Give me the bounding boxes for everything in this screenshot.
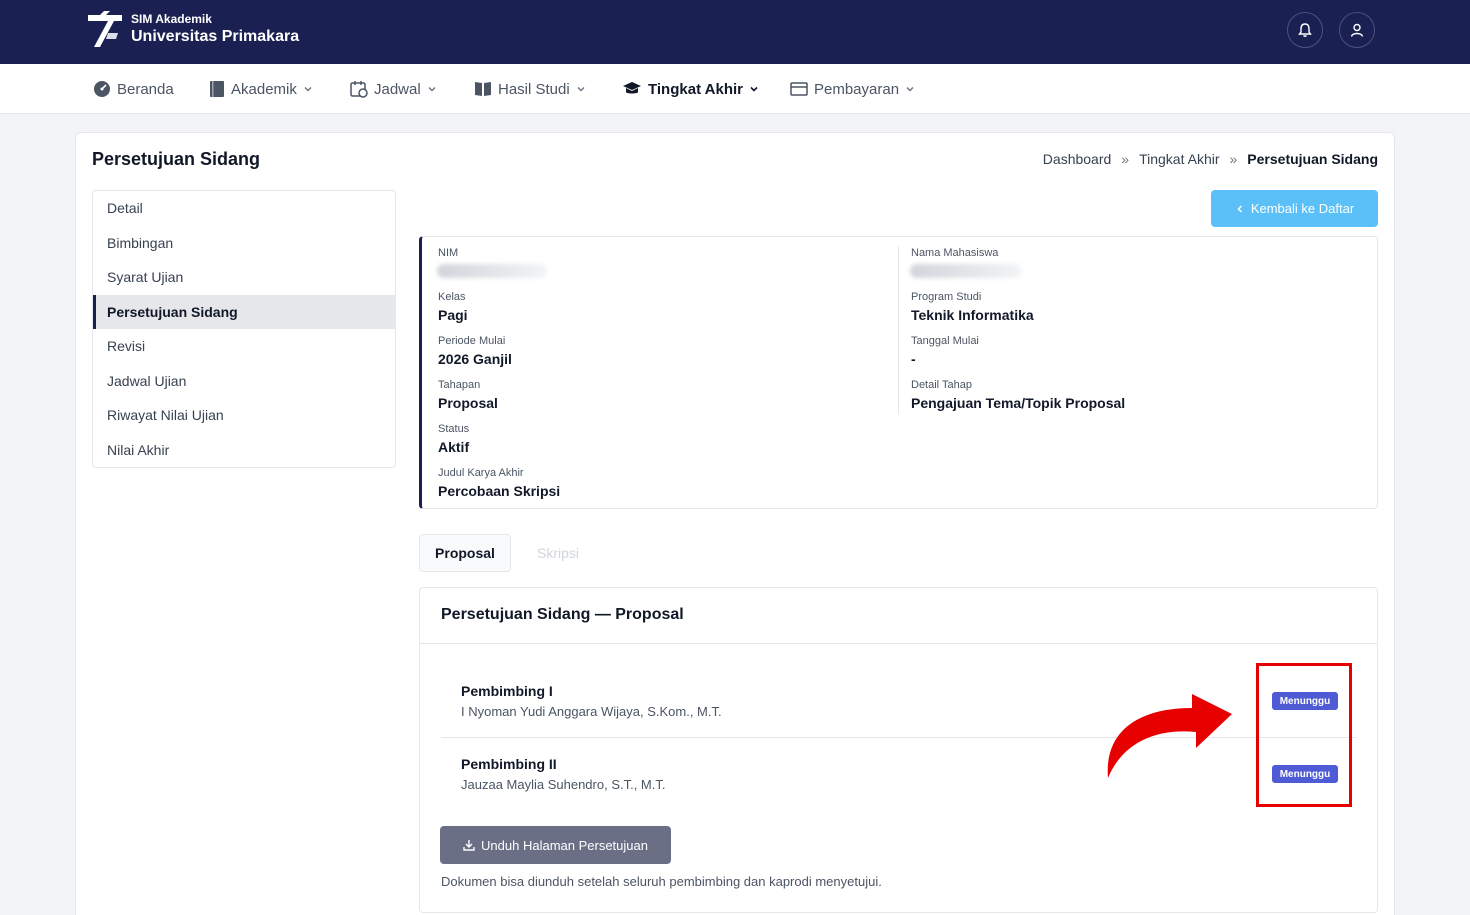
tahapan-label: Tahapan xyxy=(438,379,481,391)
page-title: Persetujuan Sidang xyxy=(92,149,261,169)
judul-label: Judul Karya Akhir xyxy=(438,467,524,479)
nav-label: Akademik xyxy=(231,80,297,98)
approval-panel-title: Persetujuan Sidang — Proposal xyxy=(441,606,684,623)
sidebar-item-revisi[interactable]: Revisi xyxy=(93,329,395,363)
nav-akademik[interactable]: Akademik xyxy=(209,64,313,114)
user-icon xyxy=(1350,23,1364,37)
prodi-label: Program Studi xyxy=(911,291,982,303)
university-logo-icon xyxy=(88,11,122,47)
breadcrumb-dashboard[interactable]: Dashboard xyxy=(1043,151,1112,167)
nama-value-redacted xyxy=(910,264,1022,278)
tanggal-value: - xyxy=(911,351,916,367)
detail-tahap-value: Pengajuan Tema/Topik Proposal xyxy=(911,395,1126,411)
pembimbing-2-role: Pembimbing II xyxy=(461,756,557,772)
download-icon xyxy=(463,840,475,851)
pembimbing-2-name: Jauzaa Maylia Suhendro, S.T., M.T. xyxy=(461,777,666,792)
pembimbing-1-role: Pembimbing I xyxy=(461,683,553,699)
nav-label: Beranda xyxy=(117,80,174,98)
curved-arrow-icon xyxy=(1107,694,1232,778)
breadcrumb: Dashboard » Tingkat Akhir » Persetujuan … xyxy=(1043,151,1378,167)
nav-label: Jadwal xyxy=(374,80,421,98)
nav-tingkat-akhir[interactable]: Tingkat Akhir xyxy=(622,64,759,114)
main-nav: Beranda Akademik Jadwal Hasil Studi Ting… xyxy=(0,64,1470,114)
status-highlight-box xyxy=(1256,663,1352,807)
nim-value-redacted xyxy=(437,264,547,278)
nama-label: Nama Mahasiswa xyxy=(911,247,999,259)
chevron-down-icon xyxy=(750,86,758,92)
info-divider xyxy=(898,246,899,414)
download-button-label: Unduh Halaman Persetujuan xyxy=(481,837,648,853)
tahapan-value: Proposal xyxy=(438,395,498,411)
breadcrumb-separator: » xyxy=(1121,151,1130,167)
sidebar-item-persetujuan-sidang[interactable]: Persetujuan Sidang xyxy=(93,295,395,329)
payment-card-icon xyxy=(790,82,808,96)
nav-hasil-studi[interactable]: Hasil Studi xyxy=(474,64,586,114)
gauge-icon xyxy=(94,81,110,97)
nav-beranda[interactable]: Beranda xyxy=(93,64,174,114)
university-name: Universitas Primakara xyxy=(131,28,300,45)
bell-icon xyxy=(1298,23,1312,37)
app-name: SIM Akademik xyxy=(131,12,212,26)
chevron-down-icon xyxy=(428,87,436,92)
status-value: Aktif xyxy=(438,439,470,455)
sidebar-item-riwayat-nilai-ujian[interactable]: Riwayat Nilai Ujian xyxy=(93,398,395,432)
back-to-list-button[interactable]: Kembali ke Daftar xyxy=(1211,190,1378,227)
sidebar-item-nilai-akhir[interactable]: Nilai Akhir xyxy=(93,433,395,467)
periode-label: Periode Mulai xyxy=(438,335,506,347)
tab-proposal[interactable]: Proposal xyxy=(419,534,511,572)
sidebar-item-jadwal-ujian[interactable]: Jadwal Ujian xyxy=(93,364,395,398)
download-note: Dokumen bisa diunduh setelah seluruh pem… xyxy=(441,874,882,889)
status-label: Status xyxy=(438,423,470,435)
breadcrumb-current: Persetujuan Sidang xyxy=(1247,151,1378,167)
top-bar: SIM Akademik Universitas Primakara xyxy=(0,0,1470,64)
chevron-down-icon xyxy=(906,87,914,92)
graduation-cap-icon xyxy=(623,82,641,94)
pembimbing-1-name: I Nyoman Yudi Anggara Wijaya, S.Kom., M.… xyxy=(461,704,722,719)
calendar-clock-icon xyxy=(350,81,368,98)
nav-label: Tingkat Akhir xyxy=(648,80,744,98)
download-approval-button[interactable]: Unduh Halaman Persetujuan xyxy=(440,826,671,864)
detail-tahap-label: Detail Tahap xyxy=(911,379,972,391)
sidebar-item-syarat-ujian[interactable]: Syarat Ujian xyxy=(93,260,395,294)
chevron-down-icon xyxy=(577,87,585,92)
chevron-left-icon xyxy=(1237,204,1242,213)
nim-label: NIM xyxy=(438,247,459,259)
prodi-value: Teknik Informatika xyxy=(911,307,1034,323)
judul-value: Percobaan Skripsi xyxy=(438,483,561,499)
periode-value: 2026 Ganjil xyxy=(438,351,512,367)
chevron-down-icon xyxy=(304,87,312,92)
book-icon xyxy=(210,81,224,97)
nav-pembayaran[interactable]: Pembayaran xyxy=(790,64,915,114)
profile-button[interactable] xyxy=(1339,12,1375,48)
nav-label: Hasil Studi xyxy=(498,80,570,98)
breadcrumb-separator: » xyxy=(1229,151,1238,167)
kelas-label: Kelas xyxy=(438,291,466,303)
open-book-icon xyxy=(475,82,491,96)
notification-button[interactable] xyxy=(1287,12,1323,48)
nav-label: Pembayaran xyxy=(814,80,900,98)
breadcrumb-tingkat-akhir[interactable]: Tingkat Akhir xyxy=(1139,151,1219,167)
sidebar-item-detail[interactable]: Detail xyxy=(93,191,395,225)
tanggal-label: Tanggal Mulai xyxy=(911,335,979,347)
sidebar-menu: Detail Bimbingan Syarat Ujian Persetujua… xyxy=(92,190,396,468)
sidebar-item-bimbingan[interactable]: Bimbingan xyxy=(93,226,395,260)
nav-jadwal[interactable]: Jadwal xyxy=(350,64,437,114)
kelas-value: Pagi xyxy=(438,307,468,323)
tab-skripsi[interactable]: Skripsi xyxy=(522,534,594,572)
back-button-label: Kembali ke Daftar xyxy=(1250,201,1355,216)
